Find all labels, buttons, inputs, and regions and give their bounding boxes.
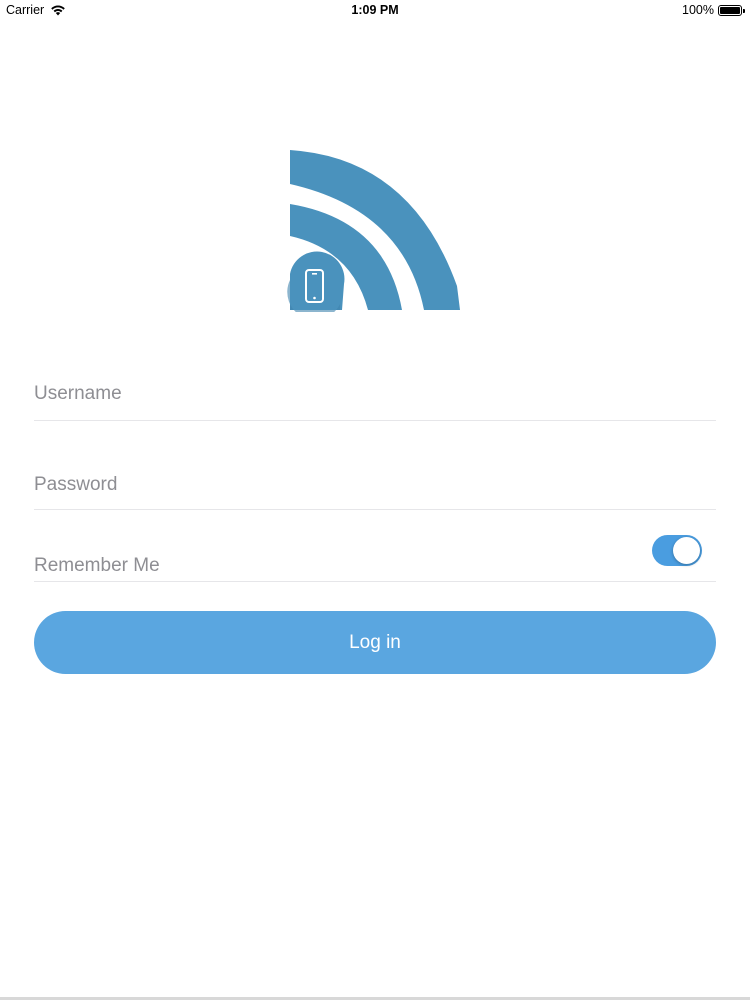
login-button[interactable]: Log in bbox=[34, 611, 716, 674]
password-field[interactable] bbox=[34, 460, 716, 510]
password-input[interactable] bbox=[34, 460, 716, 509]
status-time: 1:09 PM bbox=[351, 3, 399, 17]
battery-percent: 100% bbox=[682, 3, 714, 17]
battery-group: 100% bbox=[682, 3, 745, 17]
remember-me-row: Remember Me bbox=[34, 530, 716, 582]
username-input[interactable] bbox=[34, 368, 716, 420]
status-bar: Carrier 1:09 PM 100% bbox=[0, 0, 750, 22]
battery-icon bbox=[718, 4, 745, 16]
username-field[interactable] bbox=[34, 368, 716, 421]
toggle-knob bbox=[673, 537, 700, 564]
remember-me-toggle[interactable] bbox=[652, 535, 702, 566]
wifi-phone-logo bbox=[287, 150, 460, 312]
remember-me-label: Remember Me bbox=[34, 555, 160, 576]
